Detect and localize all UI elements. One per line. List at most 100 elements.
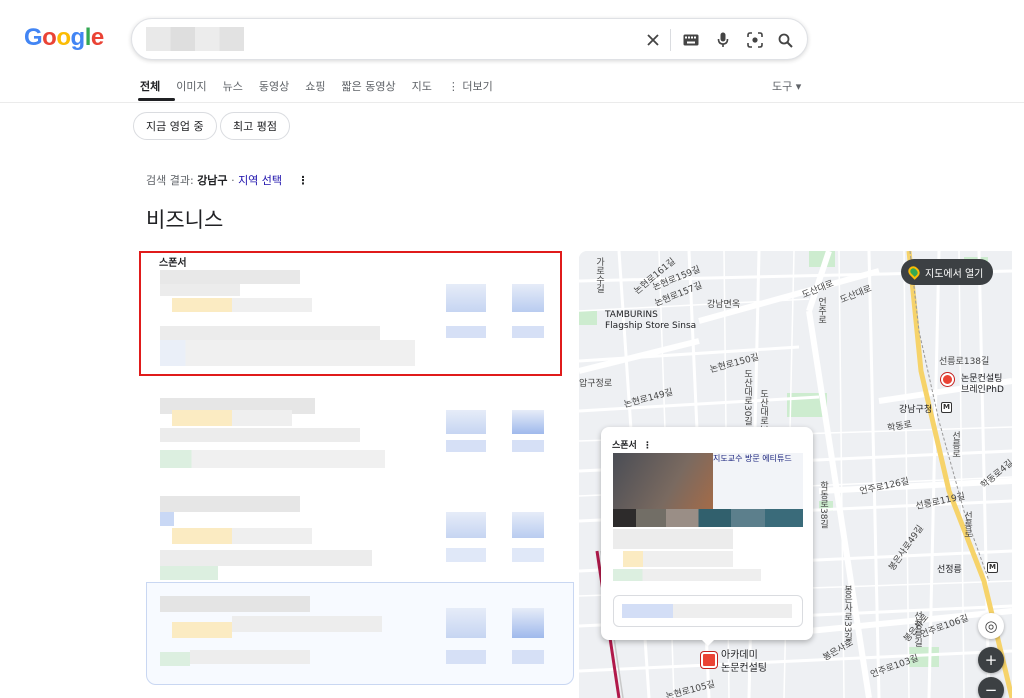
lens-icon[interactable] xyxy=(744,29,766,51)
search-icon[interactable] xyxy=(774,29,796,51)
map-place-label: 강남면옥 xyxy=(707,300,741,310)
website-button-blurred[interactable] xyxy=(446,410,486,434)
website-label-blurred xyxy=(446,548,486,562)
meta-prefix: 검색 결과: xyxy=(146,174,194,187)
header-divider xyxy=(0,102,1024,103)
map-place-label: Flagship Store Sinsa xyxy=(605,321,697,331)
map-road-label: 선릉로 xyxy=(962,511,972,538)
map-business-label: 브레인PhD xyxy=(961,385,1004,395)
result-address-blurred xyxy=(160,550,372,566)
maps-pin-icon xyxy=(906,264,922,280)
website-button-blurred[interactable] xyxy=(446,284,486,312)
card-more-icon[interactable]: ⋮ xyxy=(643,441,652,451)
metro-station-icon: M xyxy=(987,562,998,573)
map-road-label: 압구정로 xyxy=(579,379,613,389)
result-subtitle-blurred xyxy=(160,284,240,296)
my-location-button[interactable]: ◎ xyxy=(978,613,1004,639)
result-rating-blurred xyxy=(172,410,232,426)
search-box[interactable] xyxy=(131,18,808,60)
open-in-maps-button[interactable]: 지도에서 열기 xyxy=(901,259,994,285)
google-logo[interactable]: Google xyxy=(24,24,104,52)
sponsored-business-label[interactable]: 아카데미 논문컨설팅 xyxy=(721,649,767,675)
tools-menu[interactable]: 도구 ▾ xyxy=(772,78,801,94)
directions-button-blurred[interactable] xyxy=(512,410,544,434)
ad-photo-blurred xyxy=(613,509,803,527)
choose-region-link[interactable]: 지역 선택 xyxy=(238,174,282,187)
tab-videos[interactable]: 동영상 xyxy=(259,78,289,102)
map-road-label: 선정릉길 xyxy=(912,611,922,647)
clear-icon[interactable] xyxy=(642,29,664,51)
business-label-line1: 아카데미 xyxy=(721,650,758,661)
open-in-maps-label: 지도에서 열기 xyxy=(925,268,984,280)
map-road-label: 선릉로 xyxy=(950,431,960,458)
logo-letter: G xyxy=(24,24,43,51)
meta-separator: · xyxy=(231,174,235,187)
tab-images[interactable]: 이미지 xyxy=(176,78,206,102)
search-results-page: Google 전체 이미지 뉴스 동영상 쇼핑 짧은 동영상 지도 ⋮ 더보기 … xyxy=(0,0,1024,698)
search-divider xyxy=(670,29,671,51)
result-hours-blurred xyxy=(160,340,415,366)
map-place-label: TAMBURINS xyxy=(605,310,658,320)
card-ad-image: 지도교수 방문 에티튜드 xyxy=(613,453,803,527)
search-input-blurred[interactable] xyxy=(146,27,244,51)
map-road-label: 봉은사로33길 xyxy=(842,585,852,642)
result-reviews-blurred xyxy=(232,298,312,312)
tab-more[interactable]: ⋮ 더보기 xyxy=(448,78,493,102)
ad-photo xyxy=(613,453,713,509)
result-rating-blurred xyxy=(172,622,232,638)
directions-label-blurred xyxy=(512,650,544,664)
card-link-row[interactable] xyxy=(613,595,803,627)
logo-letter: e xyxy=(90,24,104,51)
map-road-label: 가로수길 xyxy=(594,257,604,293)
tab-maps[interactable]: 지도 xyxy=(412,78,432,102)
directions-label-blurred xyxy=(512,440,544,452)
logo-letter: g xyxy=(70,24,86,51)
active-tab-indicator xyxy=(138,98,175,101)
map-place-label: 선정릉 xyxy=(937,565,962,575)
search-tabs: 전체 이미지 뉴스 동영상 쇼핑 짧은 동영상 지도 ⋮ 더보기 xyxy=(140,78,509,102)
result-address-blurred xyxy=(190,650,310,664)
directions-button-blurred[interactable] xyxy=(512,512,544,538)
card-hours-blurred xyxy=(613,569,761,581)
meta-location: 강남구 xyxy=(197,174,228,187)
card-link-blurred xyxy=(622,604,792,618)
keyboard-icon[interactable] xyxy=(680,29,702,51)
directions-label-blurred xyxy=(512,548,544,562)
result-rating-blurred xyxy=(172,298,232,312)
ad-banner-text: 지도교수 방문 에티튜드 xyxy=(713,454,792,463)
result-hours-blurred xyxy=(160,566,218,580)
result-reviews-blurred xyxy=(232,528,312,544)
website-button-blurred[interactable] xyxy=(446,512,486,538)
map-place-label: 강남구청 xyxy=(899,405,933,415)
result-title-blurred xyxy=(160,596,310,612)
sponsored-label: 스폰서 xyxy=(159,258,187,269)
chip-open-now[interactable]: 지금 영업 중 xyxy=(133,112,217,140)
result-title-blurred xyxy=(160,496,300,512)
zoom-in-button[interactable]: + xyxy=(978,647,1004,673)
website-button-blurred[interactable] xyxy=(446,608,486,638)
sponsored-business-pin[interactable] xyxy=(701,652,717,668)
card-sponsor-text: 스폰서 xyxy=(612,441,637,451)
map-road-label: 언주로 xyxy=(816,297,826,324)
website-label-blurred xyxy=(446,326,486,338)
sponsored-map-card[interactable]: 스폰서 ⋮ 지도교수 방문 에티튜드 xyxy=(601,427,813,640)
metro-station-icon: M xyxy=(941,402,952,413)
result-hours-blurred xyxy=(160,450,385,468)
result-title-blurred xyxy=(160,270,300,284)
mic-icon[interactable] xyxy=(712,29,734,51)
tab-shopping[interactable]: 쇼핑 xyxy=(305,78,325,102)
results-location-meta: 검색 결과: 강남구 · 지역 선택 ⋮ xyxy=(146,172,309,188)
more-options-icon[interactable]: ⋮ xyxy=(298,174,309,187)
zoom-out-button[interactable]: − xyxy=(978,677,1004,698)
directions-button-blurred[interactable] xyxy=(512,608,544,638)
card-sponsor-label: 스폰서 ⋮ xyxy=(612,438,652,451)
chip-top-rated[interactable]: 최고 평점 xyxy=(220,112,290,140)
directions-button-blurred[interactable] xyxy=(512,284,544,312)
logo-letter: o xyxy=(56,24,71,51)
card-rating-blurred xyxy=(623,551,643,567)
result-rating-blurred xyxy=(172,528,232,544)
business-pin[interactable] xyxy=(941,373,954,386)
tab-news[interactable]: 뉴스 xyxy=(223,78,243,102)
tab-short-videos[interactable]: 짧은 동영상 xyxy=(342,78,396,102)
map-road-label: 학동로38길 xyxy=(818,481,828,529)
